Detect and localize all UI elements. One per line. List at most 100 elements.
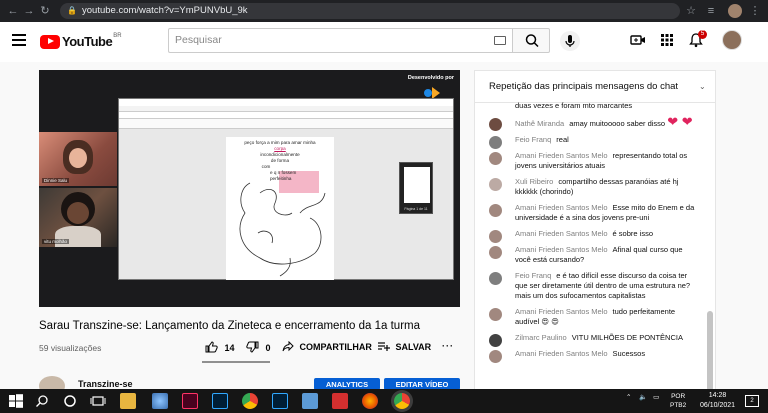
chat-author: Amani Frieden Santos Melo xyxy=(515,245,608,254)
indesign-icon[interactable] xyxy=(182,393,198,409)
cortana-icon[interactable] xyxy=(62,393,78,409)
photoshop-icon[interactable] xyxy=(212,393,228,409)
date: 06/10/2021 xyxy=(700,402,736,409)
dislike-button[interactable]: 0 xyxy=(246,341,271,353)
pdf-viewer-titlebar xyxy=(119,99,453,106)
channel-name[interactable]: Transzine-se xyxy=(78,379,133,389)
country-code: BR xyxy=(113,33,122,39)
dislike-count: 0 xyxy=(265,343,271,353)
chat-header[interactable]: Repetição das principais mensagens do ch… xyxy=(475,71,715,103)
live-chat-replay: Repetição das principais mensagens do ch… xyxy=(474,70,716,390)
back-icon[interactable]: ← xyxy=(6,4,20,18)
shared-screen: peço força a mim para amar minha corpa i… xyxy=(118,98,454,280)
chat-message: Amani Frieden Santos Melo Sucessos xyxy=(475,346,705,363)
network-icon[interactable]: ▭ xyxy=(653,394,659,401)
action-center-icon[interactable]: 2 xyxy=(745,395,759,407)
share-button[interactable]: COMPARTILHAR xyxy=(282,340,372,352)
youtube-header: YouTubeBR Pesquisar 5 xyxy=(0,22,768,62)
keyboard-icon[interactable] xyxy=(494,36,506,45)
apps-icon[interactable] xyxy=(659,32,675,48)
chat-message: Zilmarc Paulino VITU MILHÕES DE PONTÊNCIA xyxy=(475,330,705,347)
create-video-icon[interactable] xyxy=(630,32,646,48)
chat-message: Xuli Ribeiro compartilho dessas paranóias… xyxy=(475,174,705,200)
like-ratio-bar xyxy=(202,361,270,363)
chat-author: Feio Franq xyxy=(515,135,552,144)
thumbs-down-icon xyxy=(246,341,259,353)
chevron-down-icon[interactable]: ⌄ xyxy=(699,71,706,103)
chevron-up-icon[interactable]: ⌃ xyxy=(626,394,631,401)
chat-author: Amani Frieden Santos Melo xyxy=(515,151,608,160)
chrome-icon[interactable] xyxy=(242,393,258,409)
search-icon[interactable] xyxy=(34,393,50,409)
participant-camera-2: vitu molhão xyxy=(39,188,117,247)
participant-name-2: vitu molhão xyxy=(42,239,70,244)
like-button[interactable]: 14 xyxy=(205,341,235,353)
firefox-icon[interactable] xyxy=(362,393,378,409)
chat-scrollbar[interactable] xyxy=(707,311,713,389)
acrobat-icon[interactable] xyxy=(332,393,348,409)
more-actions-icon[interactable]: ··· xyxy=(442,341,454,351)
view-count: 59 visualizações xyxy=(39,343,102,353)
forward-icon[interactable]: → xyxy=(22,4,36,18)
search-button[interactable] xyxy=(512,28,550,53)
menu-icon[interactable] xyxy=(12,34,26,46)
clock[interactable]: 14:28 06/10/2021 xyxy=(700,391,735,411)
voice-search-button[interactable] xyxy=(560,31,580,51)
time: 14:28 xyxy=(708,392,727,399)
youtube-logo[interactable]: YouTubeBR xyxy=(40,33,122,49)
account-avatar[interactable] xyxy=(722,30,742,50)
browser-menu-icon[interactable]: ⋮ xyxy=(748,4,762,18)
share-icon xyxy=(282,340,294,352)
chat-avatar xyxy=(489,308,502,321)
browser-profile-avatar[interactable] xyxy=(728,4,742,18)
chat-avatar xyxy=(489,246,502,259)
thumbnail-label: Página 1 de 11 xyxy=(404,207,428,211)
chat-author: Amani Frieden Santos Melo xyxy=(515,229,608,238)
logo-text: YouTube xyxy=(62,34,113,50)
chat-author: Amani Frieden Santos Melo xyxy=(515,349,608,358)
system-tray[interactable]: ⌃ 🔈 ▭ xyxy=(626,393,659,401)
video-player[interactable]: Desenvolvido por Dinnie Salu vitu molhão… xyxy=(39,70,460,307)
chat-message: Amani Frieden Santos Melo é sobre isso xyxy=(475,226,705,243)
pdf-viewer-tabs xyxy=(119,112,453,119)
windows-start-icon[interactable] xyxy=(8,393,24,409)
address-bar[interactable]: 🔒 youtube.com/watch?v=YmPUNVbU_9k xyxy=(60,3,680,19)
pdf-viewer-toolbar xyxy=(119,119,453,129)
search-input[interactable]: Pesquisar xyxy=(168,28,512,53)
chat-author: Amani Frieden Santos Melo xyxy=(515,203,608,212)
figure-drawing xyxy=(239,182,326,277)
extensions-icon[interactable]: ≡ xyxy=(704,4,718,18)
volume-icon[interactable]: 🔈 xyxy=(639,394,647,401)
chat-author: Nathê Miranda xyxy=(515,119,565,128)
chat-avatar xyxy=(489,118,502,131)
chat-avatar xyxy=(489,152,502,165)
chat-avatar xyxy=(489,350,502,363)
chat-avatar xyxy=(489,272,502,285)
app-icon[interactable] xyxy=(302,393,318,409)
chat-message: Amani Frieden Santos Melo representando t… xyxy=(475,148,705,174)
chat-message: Nathê Miranda amay muitooooo saber disso … xyxy=(475,114,705,132)
task-view-icon[interactable] xyxy=(90,393,106,409)
save-button[interactable]: SALVAR xyxy=(378,341,431,352)
star-icon[interactable]: ☆ xyxy=(684,4,698,18)
heart-eyes-emoji: 😍 😍 xyxy=(541,317,560,326)
mic-icon xyxy=(565,35,575,47)
participant-camera-1: Dinnie Salu xyxy=(39,132,117,186)
like-count: 14 xyxy=(224,343,235,353)
input-language[interactable]: POR PTB2 xyxy=(670,392,686,410)
developed-by-label: Desenvolvido por xyxy=(407,75,454,81)
participant-name-1: Dinnie Salu xyxy=(42,178,70,183)
notification-badge: 5 xyxy=(698,30,707,39)
url-text: youtube.com/watch?v=YmPUNVbU_9k xyxy=(82,5,248,16)
file-explorer-icon[interactable] xyxy=(120,393,136,409)
lock-icon: 🔒 xyxy=(67,6,77,15)
photoshop-2-icon[interactable] xyxy=(272,393,288,409)
chat-author: Feio Franq xyxy=(515,271,552,280)
reload-icon[interactable]: ↻ xyxy=(38,4,52,18)
save-label: SALVAR xyxy=(395,342,432,352)
chat-avatar xyxy=(489,204,502,217)
browser-toolbar: ← → ↻ 🔒 youtube.com/watch?v=YmPUNVbU_9k … xyxy=(0,0,768,22)
chat-message-list: duas vezes e foram mto marcantes Nathê M… xyxy=(475,101,705,363)
chrome-active-icon[interactable] xyxy=(394,393,410,409)
paint-icon[interactable] xyxy=(152,393,168,409)
